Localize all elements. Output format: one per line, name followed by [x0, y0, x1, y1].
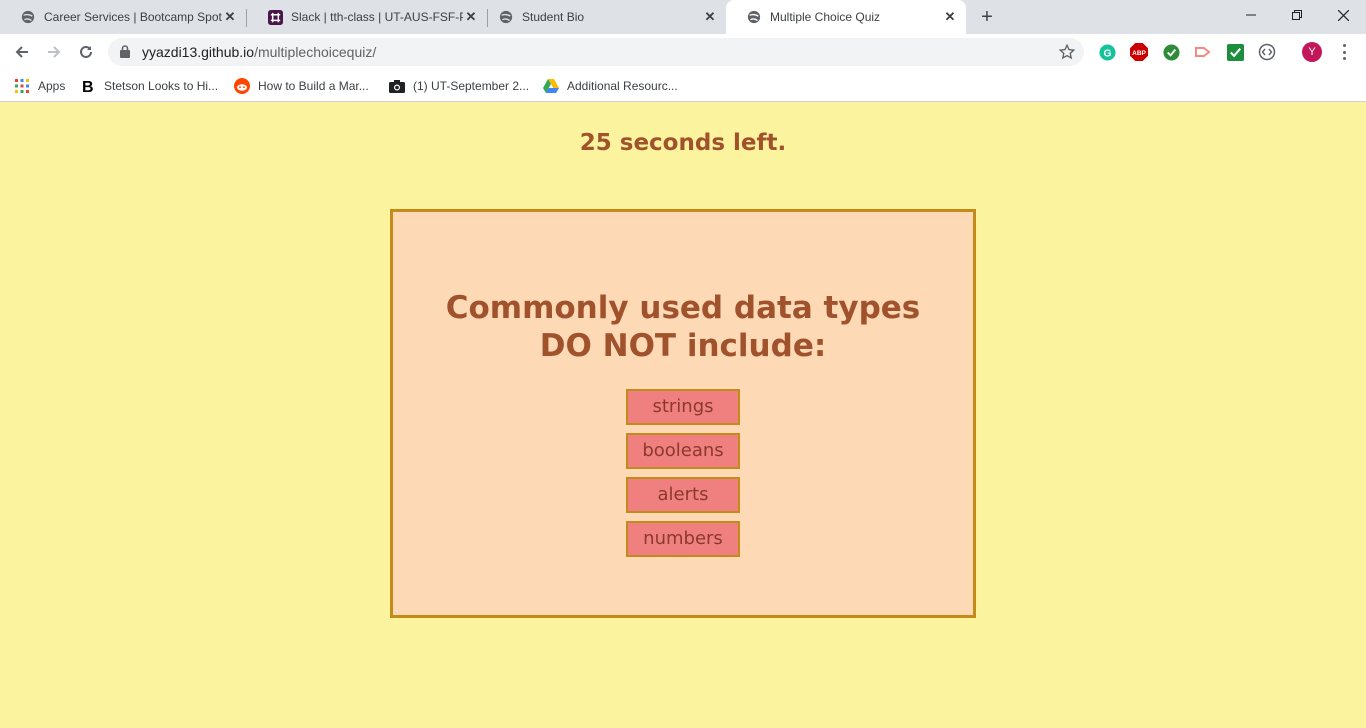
close-tab-icon[interactable]: ✕ — [942, 9, 958, 25]
back-button[interactable] — [10, 40, 34, 64]
address-bar[interactable]: yyazdi13.github.io/multiplechoicequiz/ — [108, 38, 1084, 66]
minimize-button[interactable] — [1228, 0, 1274, 30]
browser-toolbar: yyazdi13.github.io/multiplechoicequiz/ G… — [0, 34, 1366, 70]
new-tab-button[interactable]: + — [978, 7, 996, 27]
apps-grid-icon — [14, 78, 30, 94]
task-check-icon[interactable] — [1226, 43, 1244, 61]
camera-icon — [389, 78, 405, 94]
tab-strip: Career Services | Bootcamp Spot ✕ Slack … — [0, 0, 1366, 34]
tab-title: Slack | tth-class | UT-AUS-FSF-PT — [291, 10, 463, 24]
lock-icon — [120, 45, 130, 63]
tab-student-bio[interactable]: Student Bio ✕ — [478, 0, 726, 34]
bookmark-apps[interactable]: Apps — [14, 76, 65, 96]
tab-title: Career Services | Bootcamp Spot — [44, 10, 222, 24]
bookmark-ut-september[interactable]: (1) UT-September 2... — [389, 76, 529, 96]
checkmark-extension-icon[interactable] — [1162, 43, 1180, 61]
reddit-icon — [234, 78, 250, 94]
close-tab-icon[interactable]: ✕ — [702, 9, 718, 25]
bookmark-label: How to Build a Mar... — [258, 79, 369, 93]
globe-icon — [746, 9, 762, 25]
choice-button-strings[interactable]: strings — [626, 389, 740, 425]
bookmark-reddit[interactable]: How to Build a Mar... — [234, 76, 369, 96]
choice-button-booleans[interactable]: booleans — [626, 433, 740, 469]
bookmark-label: Stetson Looks to Hi... — [104, 79, 219, 93]
svg-text:ABP: ABP — [1132, 50, 1146, 57]
reload-button[interactable] — [74, 40, 98, 64]
bookmark-additional-resources[interactable]: Additional Resourc... — [543, 76, 678, 96]
svg-text:B: B — [82, 79, 94, 94]
grammarly-icon[interactable]: G — [1098, 43, 1116, 61]
globe-icon — [498, 9, 514, 25]
code-extension-icon[interactable] — [1258, 43, 1276, 61]
close-tab-icon[interactable]: ✕ — [463, 9, 479, 25]
timer-text: 25 seconds left. — [579, 130, 787, 156]
question-line-1: Commonly used data types — [445, 290, 921, 326]
bookmark-label: Additional Resourc... — [567, 79, 678, 93]
tab-title: Multiple Choice Quiz — [770, 10, 881, 24]
browser-menu-icon[interactable] — [1336, 42, 1352, 62]
tab-career-services[interactable]: Career Services | Bootcamp Spot ✕ — [0, 0, 246, 34]
forward-button[interactable] — [42, 40, 66, 64]
cast-extension-icon[interactable] — [1194, 43, 1212, 61]
url-text: yyazdi13.github.io/multiplechoicequiz/ — [142, 44, 376, 60]
globe-icon — [20, 9, 36, 25]
question-text: Commonly used data types DO NOT include: — [393, 289, 973, 365]
bookmark-stetson[interactable]: B Stetson Looks to Hi... — [80, 76, 218, 96]
drive-icon — [543, 78, 559, 94]
bookmark-label: (1) UT-September 2... — [413, 79, 530, 93]
choice-button-numbers[interactable]: numbers — [626, 521, 740, 557]
url-path: /multiplechoicequiz/ — [254, 44, 377, 60]
close-window-button[interactable] — [1320, 0, 1366, 30]
tab-slack[interactable]: Slack | tth-class | UT-AUS-FSF-PT ✕ — [247, 0, 487, 34]
choice-button-alerts[interactable]: alerts — [626, 477, 740, 513]
restore-button[interactable] — [1274, 0, 1320, 30]
tab-multiple-choice-quiz[interactable]: Multiple Choice Quiz ✕ — [726, 0, 966, 34]
svg-text:G: G — [1103, 48, 1111, 59]
bookmark-star-icon[interactable] — [1058, 43, 1076, 66]
profile-avatar[interactable]: Y — [1302, 42, 1322, 62]
close-tab-icon[interactable]: ✕ — [222, 9, 238, 25]
bookmark-label: Apps — [38, 79, 66, 93]
b-logo-icon: B — [80, 78, 96, 94]
question-line-2: DO NOT include: — [539, 328, 827, 364]
bookmarks-bar: Apps B Stetson Looks to Hi... How to Bui… — [0, 70, 1366, 102]
tab-title: Student Bio — [522, 10, 585, 24]
adblock-icon[interactable]: ABP — [1130, 43, 1148, 61]
url-host: yyazdi13.github.io — [142, 44, 255, 60]
slack-icon — [267, 9, 283, 25]
quiz-card: Commonly used data types DO NOT include:… — [390, 209, 976, 618]
